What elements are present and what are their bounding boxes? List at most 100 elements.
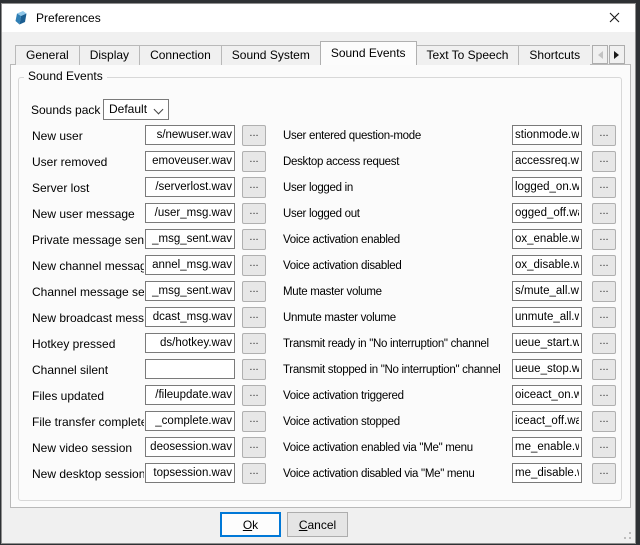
sound-event-label: Voice activation enabled via "Me" menu <box>283 438 505 458</box>
browse-button[interactable]: ... <box>242 229 266 250</box>
tab-label: Sound System <box>232 48 310 62</box>
sound-event-row: Channel silent ... <box>11 359 275 385</box>
browse-button[interactable]: ... <box>242 281 266 302</box>
sound-event-label: Desktop access request <box>283 152 505 172</box>
sound-file-input[interactable] <box>145 359 235 379</box>
browse-button[interactable]: ... <box>242 463 266 484</box>
sound-file-input[interactable] <box>512 151 582 171</box>
sound-file-input[interactable] <box>512 333 582 353</box>
sound-file-input[interactable] <box>512 307 582 327</box>
sounds-pack-select[interactable]: Default <box>103 99 169 120</box>
sound-event-row: New desktop session ... <box>11 463 275 489</box>
tab-scroll-left-button[interactable] <box>592 45 608 64</box>
sound-file-input[interactable] <box>145 333 235 353</box>
sound-file-input[interactable] <box>145 255 235 275</box>
sound-file-input[interactable] <box>512 177 582 197</box>
tab[interactable]: Sound Events <box>320 41 417 65</box>
sound-event-label: Voice activation disabled via "Me" menu <box>283 464 505 484</box>
sound-file-input[interactable] <box>145 151 235 171</box>
browse-button[interactable]: ... <box>592 281 616 302</box>
browse-button[interactable]: ... <box>242 359 266 380</box>
tab-scroll-right-button[interactable] <box>609 45 625 64</box>
sound-events-left-column: New user ... User removed ... Server los… <box>11 125 275 489</box>
browse-button[interactable]: ... <box>592 463 616 484</box>
sound-event-row: Voice activation enabled ... <box>275 229 625 255</box>
sound-file-input[interactable] <box>512 229 582 249</box>
ok-button[interactable]: Ok <box>220 512 281 537</box>
sound-event-label: New desktop session <box>32 464 144 484</box>
tab[interactable]: Sound System <box>221 45 321 65</box>
sound-file-input[interactable] <box>145 437 235 457</box>
tab[interactable]: Text To Speech <box>416 45 520 65</box>
window-title: Preferences <box>36 4 101 32</box>
sound-file-input[interactable] <box>512 463 582 483</box>
chevron-down-icon <box>154 105 164 115</box>
sound-file-input[interactable] <box>512 125 582 145</box>
tab[interactable]: Display <box>79 45 140 65</box>
sound-event-row: Files updated ... <box>11 385 275 411</box>
browse-button[interactable]: ... <box>242 411 266 432</box>
browse-button[interactable]: ... <box>592 411 616 432</box>
sound-file-input[interactable] <box>512 437 582 457</box>
sound-event-label: Channel message sent <box>32 282 144 302</box>
resize-grip[interactable] <box>619 527 631 539</box>
sound-file-input[interactable] <box>512 203 582 223</box>
sound-event-row: New channel message ... <box>11 255 275 281</box>
sound-file-input[interactable] <box>512 359 582 379</box>
sound-file-input[interactable] <box>145 307 235 327</box>
tab-label: Text To Speech <box>427 48 509 62</box>
browse-button[interactable]: ... <box>592 151 616 172</box>
browse-button[interactable]: ... <box>242 333 266 354</box>
sound-file-input[interactable] <box>145 229 235 249</box>
browse-button[interactable]: ... <box>242 203 266 224</box>
browse-button[interactable]: ... <box>592 307 616 328</box>
browse-button[interactable]: ... <box>242 437 266 458</box>
sound-event-label: User logged out <box>283 204 505 224</box>
browse-button[interactable]: ... <box>242 125 266 146</box>
browse-button[interactable]: ... <box>592 229 616 250</box>
close-button[interactable] <box>599 4 629 32</box>
sound-event-row: Mute master volume ... <box>275 281 625 307</box>
sound-file-input[interactable] <box>145 177 235 197</box>
sound-file-input[interactable] <box>512 411 582 431</box>
sound-event-label: Voice activation stopped <box>283 412 505 432</box>
browse-button[interactable]: ... <box>592 177 616 198</box>
browse-button[interactable]: ... <box>242 385 266 406</box>
browse-button[interactable]: ... <box>242 151 266 172</box>
tab[interactable]: General <box>15 45 80 65</box>
sound-event-row: Voice activation stopped ... <box>275 411 625 437</box>
sound-file-input[interactable] <box>145 411 235 431</box>
browse-button[interactable]: ... <box>242 307 266 328</box>
sound-event-label: New user message <box>32 204 144 224</box>
sound-file-input[interactable] <box>145 281 235 301</box>
chevron-left-icon <box>594 51 603 59</box>
tab-label: Sound Events <box>331 46 406 60</box>
sound-event-label: User entered question-mode <box>283 126 505 146</box>
sound-event-row: Private message sent ... <box>11 229 275 255</box>
tab[interactable]: Shortcuts <box>518 45 590 65</box>
sound-file-input[interactable] <box>512 281 582 301</box>
cancel-button[interactable]: Cancel <box>287 512 348 537</box>
tab[interactable]: Connection <box>139 45 222 65</box>
sound-event-label: Mute master volume <box>283 282 505 302</box>
browse-button[interactable]: ... <box>242 177 266 198</box>
browse-button[interactable]: ... <box>592 255 616 276</box>
tab-label: Connection <box>150 48 211 62</box>
browse-button[interactable]: ... <box>592 437 616 458</box>
chevron-right-icon <box>614 51 623 59</box>
browse-button[interactable]: ... <box>592 333 616 354</box>
browse-button[interactable]: ... <box>592 359 616 380</box>
browse-button[interactable]: ... <box>592 203 616 224</box>
sounds-pack-label: Sounds pack <box>31 100 100 120</box>
sound-file-input[interactable] <box>145 203 235 223</box>
sound-event-label: Files updated <box>32 386 144 406</box>
browse-button[interactable]: ... <box>592 125 616 146</box>
browse-button[interactable]: ... <box>592 385 616 406</box>
sound-event-row: New user message ... <box>11 203 275 229</box>
sound-file-input[interactable] <box>145 385 235 405</box>
sound-file-input[interactable] <box>512 255 582 275</box>
sound-file-input[interactable] <box>512 385 582 405</box>
sound-file-input[interactable] <box>145 125 235 145</box>
browse-button[interactable]: ... <box>242 255 266 276</box>
sound-file-input[interactable] <box>145 463 235 483</box>
